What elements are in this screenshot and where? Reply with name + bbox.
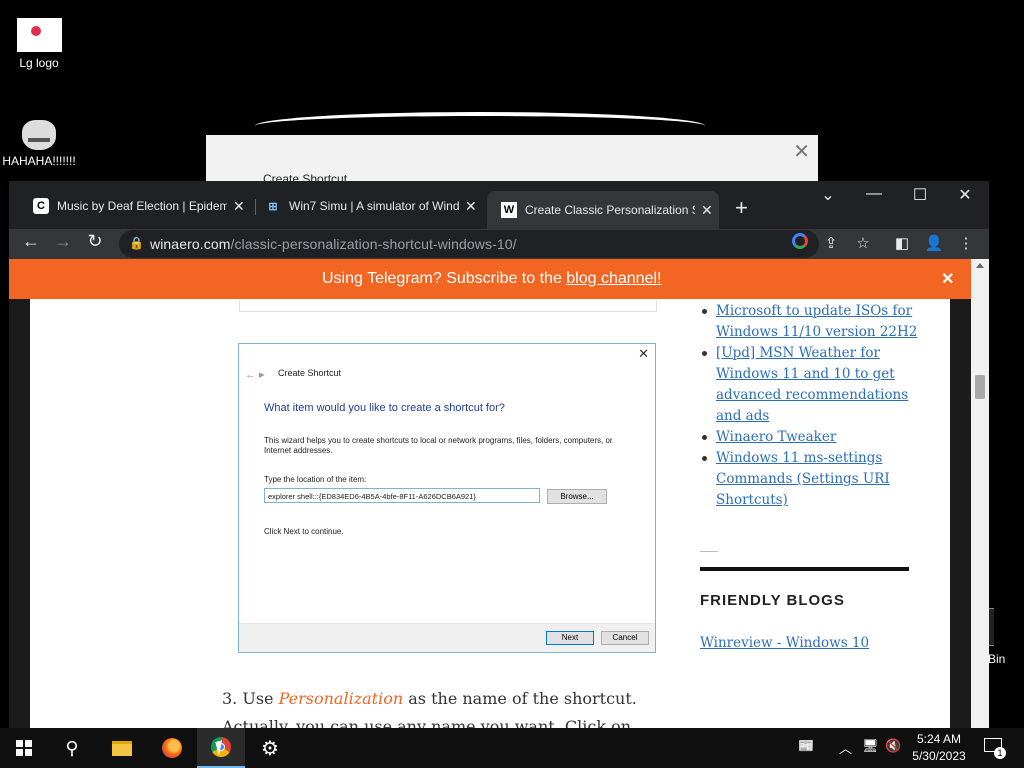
- folder-icon: [112, 740, 132, 756]
- google-lens-icon[interactable]: [792, 233, 808, 249]
- windows-favicon-icon: ⊞: [268, 200, 278, 213]
- clock-date: 5/30/2023: [912, 749, 966, 763]
- screenshot-footer: Next Cancel: [239, 623, 655, 652]
- gear-icon: ⚙: [261, 737, 279, 760]
- winaero-favicon-icon: W: [501, 202, 517, 218]
- recent-posts-list: Microsoft to update ISOs for Windows 11/…: [700, 301, 920, 511]
- tab-strip: C Music by Deaf Election | Epidemic ✕ ⊞ …: [9, 181, 989, 229]
- back-arrow-icon: ← ▸: [245, 369, 265, 381]
- notification-count-badge: 1: [994, 747, 1006, 759]
- tab-close-icon[interactable]: ✕: [233, 198, 245, 215]
- banner-link[interactable]: blog channel!: [566, 270, 661, 287]
- list-item: Winaero Tweaker: [700, 427, 920, 448]
- divider: [700, 551, 718, 552]
- tab-search-chevron-down-icon[interactable]: ⌄: [808, 185, 848, 205]
- volume-muted-icon[interactable]: 🔇: [885, 738, 901, 754]
- clock-time: 5:24 AM: [916, 732, 962, 746]
- scroll-thumb[interactable]: [975, 375, 985, 399]
- tab-close-icon[interactable]: ✕: [701, 202, 713, 219]
- start-button[interactable]: [0, 728, 48, 768]
- prior-image-border: [239, 301, 657, 312]
- epidemic-favicon-icon: C: [33, 198, 49, 214]
- screenshot-location-field: explorer shell:::{ED834ED6-4B5A-4bfe-8F1…: [264, 488, 540, 503]
- desktop-icon-lg-logo[interactable]: Lg logo: [0, 18, 78, 70]
- firefox-icon: [162, 738, 182, 758]
- section-rule: [700, 567, 909, 571]
- tab-title: Win7 Simu | A simulator of Windows: [289, 199, 459, 213]
- address-bar[interactable]: 🔒 winaero.com/classic-personalization-sh…: [119, 230, 819, 258]
- screenshot-location-label: Type the location of the item:: [264, 475, 367, 484]
- step-3-paragraph: 3. Use Personalization as the name of th…: [222, 685, 642, 728]
- windows-logo-icon: [16, 740, 32, 756]
- chrome-window: C Music by Deaf Election | Epidemic ✕ ⊞ …: [9, 181, 989, 728]
- tab-music[interactable]: C Music by Deaf Election | Epidemic ✕: [19, 191, 251, 221]
- lg-logo-icon: [16, 18, 62, 52]
- article-content: ✕ ← ▸ Create Shortcut What item would yo…: [30, 259, 950, 728]
- screenshot-description: This wizard helps you to create shortcut…: [264, 436, 613, 455]
- back-button[interactable]: ←: [17, 231, 45, 252]
- step-number: 3.: [222, 689, 238, 708]
- firefox-button[interactable]: [148, 728, 196, 768]
- screenshot-next-button: Next: [546, 631, 594, 645]
- desktop-icon-label: HAHAHA!!!!!!!: [2, 154, 76, 168]
- chevron-up-icon[interactable]: ︿: [839, 738, 852, 757]
- recycle-bin-label: Bin: [988, 652, 1006, 666]
- scroll-up-arrow-icon[interactable]: [976, 263, 984, 268]
- network-icon[interactable]: 🖥: [862, 738, 879, 754]
- troll-face-icon: [22, 120, 56, 150]
- list-item: [Upd] MSN Weather for Windows 11 and 10 …: [700, 343, 920, 427]
- url-text: winaero.com/classic-personalization-shor…: [150, 236, 517, 252]
- create-shortcut-screenshot: ✕ ← ▸ Create Shortcut What item would yo…: [238, 343, 656, 653]
- taskbar: ⚲ ⚙ 📰 ︿ 🖥 🔇 5:24 AM 5/30/2023 1: [0, 728, 1024, 768]
- side-panel-icon[interactable]: ◧: [891, 234, 913, 252]
- search-button[interactable]: ⚲: [48, 728, 96, 768]
- close-icon[interactable]: ✕: [793, 139, 810, 164]
- sidebar-link[interactable]: Microsoft to update ISOs for Windows 11/…: [716, 303, 917, 340]
- clock[interactable]: 5:24 AM 5/30/2023: [908, 731, 970, 765]
- desktop-icon-label: Lg logo: [19, 56, 59, 70]
- search-icon: ⚲: [65, 737, 79, 758]
- friendly-blogs-heading: FRIENDLY BLOGS: [700, 592, 845, 609]
- close-button[interactable]: ✕: [945, 185, 985, 205]
- maximize-button[interactable]: ☐: [900, 185, 940, 205]
- sidebar-link[interactable]: [Upd] MSN Weather for Windows 11 and 10 …: [716, 345, 908, 424]
- screenshot-cancel-button: Cancel: [601, 631, 649, 645]
- bookmark-star-icon[interactable]: ☆: [852, 234, 874, 252]
- page-scrollbar[interactable]: [971, 259, 989, 728]
- tab-close-icon[interactable]: ✕: [465, 198, 477, 215]
- screenshot-title: Create Shortcut: [278, 368, 342, 378]
- close-icon[interactable]: ✕: [941, 269, 954, 289]
- lock-icon[interactable]: 🔒: [129, 236, 144, 250]
- forward-button[interactable]: →: [49, 231, 77, 252]
- browser-toolbar: ← → ↻ 🔒 winaero.com/classic-personalizat…: [9, 229, 989, 259]
- list-item: Windows 11 ms-settings Commands (Setting…: [700, 448, 920, 511]
- news-widget-icon[interactable]: 📰: [798, 738, 814, 754]
- screenshot-note: Click Next to continue.: [264, 527, 344, 536]
- desktop-icon-hahaha[interactable]: HAHAHA!!!!!!!: [0, 120, 78, 168]
- share-icon[interactable]: ⇪: [820, 234, 842, 252]
- tab-winaero[interactable]: W Create Classic Personalization Shortcu…: [487, 191, 719, 229]
- step-text-before: Use: [242, 689, 279, 708]
- tab-title: Create Classic Personalization Shortcut: [525, 203, 695, 217]
- tab-title: Music by Deaf Election | Epidemic: [57, 199, 227, 213]
- menu-kebab-icon[interactable]: ⋮: [955, 234, 977, 252]
- page-viewport: ✕ ← ▸ Create Shortcut What item would yo…: [9, 259, 989, 728]
- sidebar-link[interactable]: Winaero Tweaker: [716, 429, 836, 445]
- sidebar-link[interactable]: Windows 11 ms-settings Commands (Setting…: [716, 450, 890, 508]
- new-tab-button[interactable]: +: [735, 195, 748, 221]
- list-item: Microsoft to update ISOs for Windows 11/…: [700, 301, 920, 343]
- file-explorer-button[interactable]: [98, 728, 146, 768]
- friendly-blog-link[interactable]: Winreview - Windows 10: [700, 635, 869, 651]
- screenshot-browse-button: Browse...: [547, 489, 607, 504]
- profile-icon[interactable]: 👤: [923, 234, 945, 252]
- step-emphasis: Personalization: [278, 689, 404, 708]
- screenshot-heading: What item would you like to create a sho…: [264, 402, 505, 414]
- banner-text: Using Telegram? Subscribe to the blog ch…: [322, 270, 662, 287]
- minimize-button[interactable]: —: [854, 185, 894, 203]
- close-icon: ✕: [638, 346, 649, 361]
- telegram-banner: Using Telegram? Subscribe to the blog ch…: [9, 259, 971, 299]
- tab-win7simu[interactable]: ⊞ Win7 Simu | A simulator of Windows ✕: [251, 191, 485, 221]
- reload-button[interactable]: ↻: [81, 231, 109, 252]
- settings-button[interactable]: ⚙: [246, 728, 294, 768]
